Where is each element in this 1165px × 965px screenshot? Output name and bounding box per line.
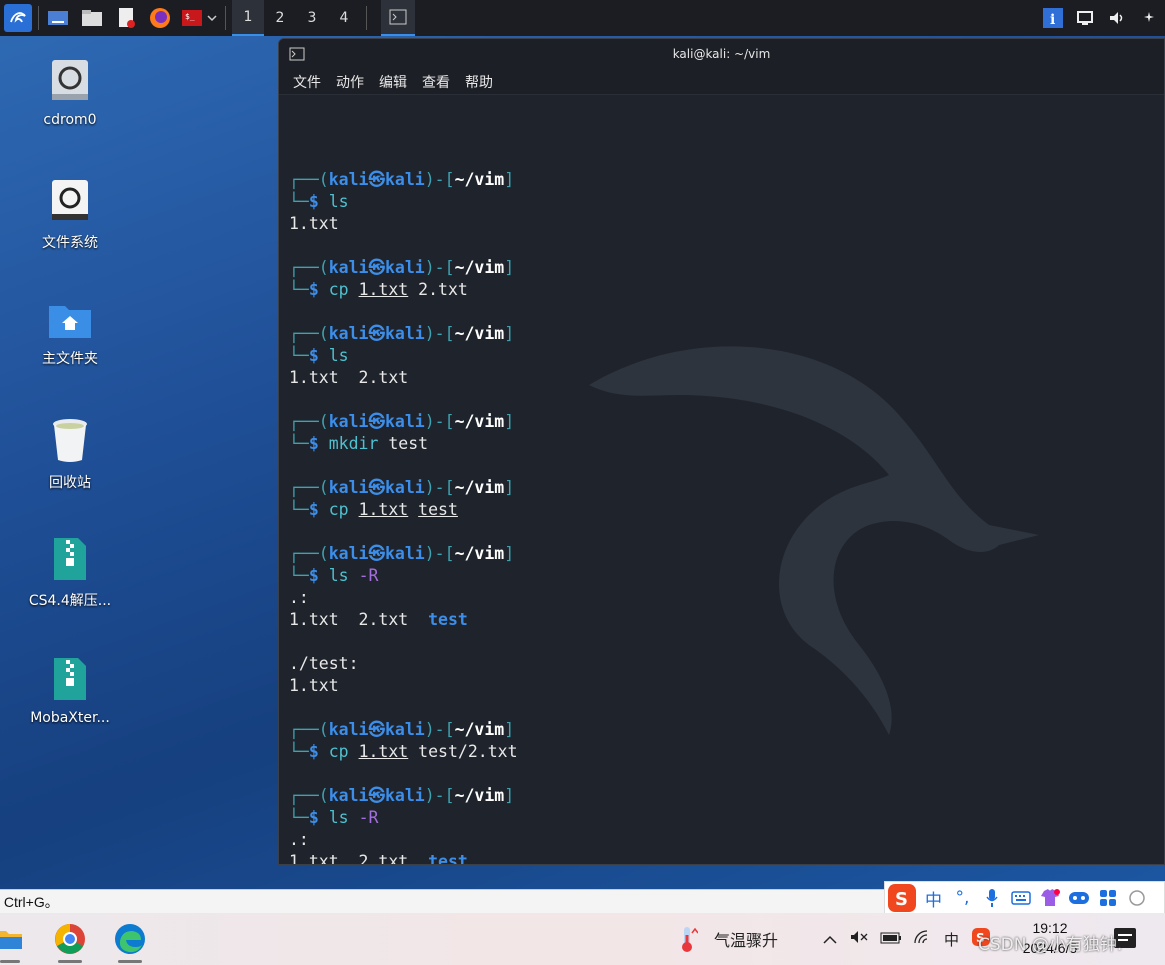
hint-text: 按 Ctrl+G。 <box>0 893 59 910</box>
output-line: 1.txt 2.txt test <box>289 852 468 865</box>
speaker-muted-icon[interactable] <box>850 930 868 948</box>
taskbar-terminal-window[interactable] <box>381 0 415 36</box>
battery-icon[interactable] <box>880 930 902 948</box>
prompt-line: ┌──(kali㉿kali)-[~/vim] <box>289 170 515 189</box>
prompt-line: ┌──(kali㉿kali)-[~/vim] <box>289 258 515 277</box>
edge-icon <box>115 924 145 954</box>
window-titlebar[interactable]: kali@kali: ~/vim <box>279 39 1164 69</box>
firefox-launcher[interactable] <box>147 5 173 31</box>
window-title: kali@kali: ~/vim <box>672 47 771 61</box>
show-desktop-button[interactable] <box>45 5 71 31</box>
chevron-down-icon[interactable] <box>205 5 219 31</box>
panel-separator <box>366 6 367 30</box>
command-line: └─$ cp 1.txt 2.txt <box>289 280 468 299</box>
desktop-icon-cs44[interactable]: CS4.4解压... <box>15 536 125 610</box>
desktop-icon-mobaxterm[interactable]: MobaXter... <box>15 656 125 726</box>
svg-text:$_: $_ <box>185 12 195 21</box>
panel-separator <box>38 6 39 30</box>
zip-archive-icon <box>54 538 86 580</box>
chrome-taskbar-button[interactable] <box>40 913 100 965</box>
text-editor-launcher[interactable] <box>113 5 139 31</box>
menu-view[interactable]: 查看 <box>422 72 450 92</box>
disc-drive-icon <box>52 60 88 100</box>
toolbox-grid-icon[interactable] <box>1093 882 1122 914</box>
desktop-icon-label: CS4.4解压... <box>28 593 112 609</box>
file-manager-launcher[interactable] <box>79 5 105 31</box>
command-line: └─$ ls -R <box>289 808 379 827</box>
desktop-icon-label: 文件系统 <box>42 235 98 251</box>
input-language-indicator[interactable]: 中 <box>944 929 959 950</box>
workspace-4[interactable]: 4 <box>328 0 360 36</box>
desktop-icon-label: 回收站 <box>49 475 91 491</box>
chevron-up-icon[interactable] <box>822 930 838 948</box>
edge-taskbar-button[interactable] <box>100 913 160 965</box>
info-icon[interactable]: i <box>1037 0 1069 36</box>
kali-menu-button[interactable] <box>4 3 32 33</box>
ime-language-toggle[interactable]: 中 <box>919 882 948 914</box>
command-line: └─$ ls <box>289 192 349 211</box>
system-tray: 中 S <box>816 913 997 965</box>
desktop-icon-label: MobaXter... <box>30 710 110 726</box>
csdn-watermark: CSDN @小有独钟. <box>978 935 1123 955</box>
prompt-line: ┌──(kali㉿kali)-[~/vim] <box>289 786 515 805</box>
terminal-icon <box>289 47 305 61</box>
output-line: 1.txt <box>289 214 339 233</box>
terminal-launcher[interactable]: $_ <box>179 5 205 31</box>
keyboard-icon[interactable] <box>1006 882 1035 914</box>
output-line: .: <box>289 830 309 849</box>
zip-archive-icon <box>54 658 86 700</box>
skin-shirt-icon[interactable] <box>1035 882 1064 914</box>
harddisk-icon <box>52 180 88 220</box>
terminal-window[interactable]: kali@kali: ~/vim 文件 动作 编辑 查看 帮助 ┌──(kali… <box>278 38 1165 865</box>
ime-punctuation-toggle[interactable]: °, <box>948 882 977 914</box>
weather-text: 气温骤升 <box>714 931 779 950</box>
panel-separator <box>225 6 226 30</box>
terminal-menubar: 文件 动作 编辑 查看 帮助 <box>279 69 1164 95</box>
workspace-3[interactable]: 3 <box>296 0 328 36</box>
game-controller-icon[interactable] <box>1064 882 1093 914</box>
microphone-icon[interactable] <box>977 882 1006 914</box>
chrome-icon <box>55 924 85 954</box>
file-explorer-taskbar-button[interactable] <box>0 913 30 965</box>
desktop-icon-label: cdrom0 <box>43 112 97 128</box>
desktop-icon-trash[interactable]: 回收站 <box>15 416 125 492</box>
thermometer-icon <box>682 927 698 952</box>
menu-file[interactable]: 文件 <box>293 72 321 92</box>
svg-text:i: i <box>1050 12 1055 28</box>
weather-widget[interactable]: 气温骤升 <box>676 913 778 965</box>
folder-icon <box>0 931 22 949</box>
workspace-1[interactable]: 1 <box>232 0 264 36</box>
wifi-icon[interactable] <box>914 930 932 948</box>
trash-icon <box>53 419 87 462</box>
home-folder-icon <box>49 306 91 338</box>
kali-dragon-watermark <box>589 346 1039 735</box>
notification-icon[interactable] <box>1133 0 1165 36</box>
ime-toolbar: S 中 °, <box>884 881 1165 915</box>
terminal-output[interactable]: ┌──(kali㉿kali)-[~/vim] └─$ ls 1.txt ┌──(… <box>279 95 1164 865</box>
ime-more-icon[interactable] <box>1122 882 1151 914</box>
top-panel: $_ 1 2 3 4 i <box>0 0 1165 36</box>
volume-icon[interactable] <box>1101 0 1133 36</box>
menu-help[interactable]: 帮助 <box>465 72 493 92</box>
panel-tray: i <box>1037 0 1165 36</box>
terminal-icon <box>389 9 407 25</box>
desktop-icon-label: 主文件夹 <box>42 351 98 367</box>
desktop-icon-cdrom0[interactable]: cdrom0 <box>15 58 125 128</box>
menu-action[interactable]: 动作 <box>336 72 364 92</box>
kali-logo-icon <box>4 4 32 32</box>
display-icon[interactable] <box>1069 0 1101 36</box>
sogou-logo-icon[interactable]: S <box>885 882 919 914</box>
workspace-2[interactable]: 2 <box>264 0 296 36</box>
svg-text:S: S <box>895 889 908 910</box>
desktop-icon-home[interactable]: 主文件夹 <box>15 300 125 368</box>
desktop-icon-filesystem[interactable]: 文件系统 <box>15 178 125 252</box>
menu-edit[interactable]: 编辑 <box>379 72 407 92</box>
